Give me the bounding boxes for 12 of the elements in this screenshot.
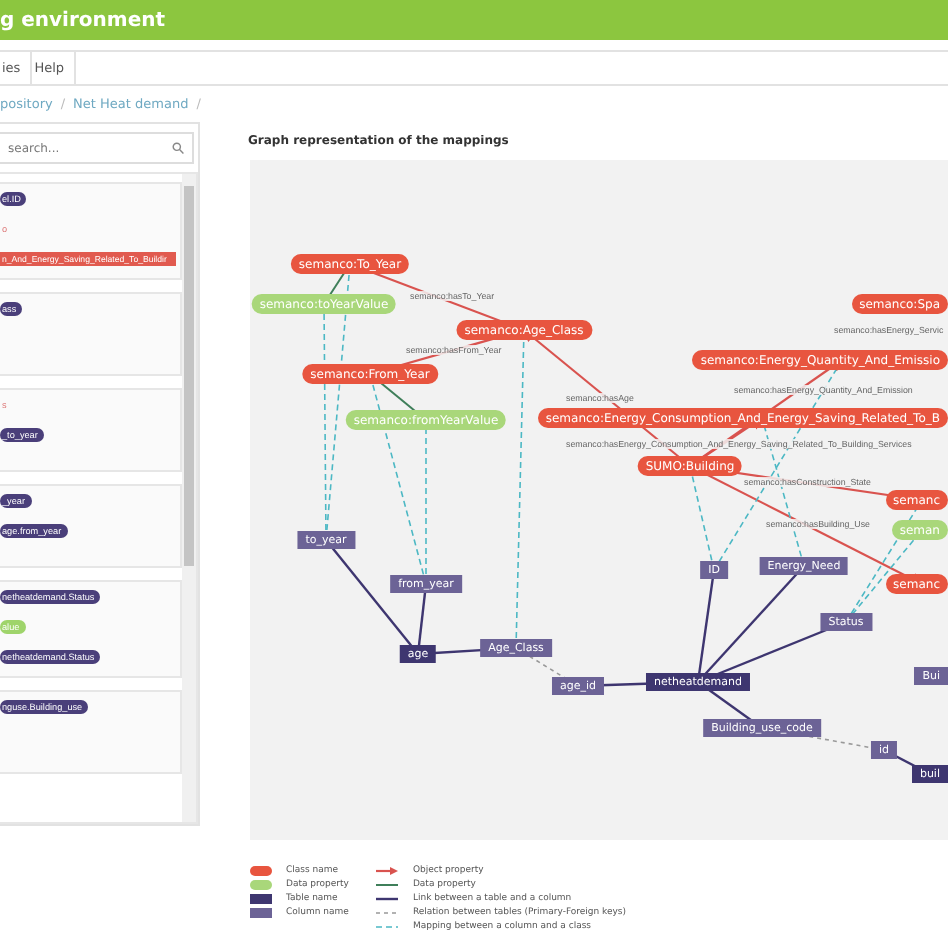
line-sample-icon xyxy=(376,880,399,890)
line-sample-icon xyxy=(376,922,399,932)
table-swatch-icon xyxy=(250,894,272,904)
scrollbar[interactable] xyxy=(182,174,196,822)
app-title: g environment xyxy=(0,9,166,31)
line-sample-icon xyxy=(376,866,399,876)
search-icon xyxy=(172,142,184,154)
column-swatch-icon xyxy=(250,908,272,918)
data-swatch-icon xyxy=(250,880,272,890)
class-swatch-icon xyxy=(250,866,272,876)
line-sample-icon xyxy=(376,894,399,904)
line-sample-icon xyxy=(376,908,399,918)
